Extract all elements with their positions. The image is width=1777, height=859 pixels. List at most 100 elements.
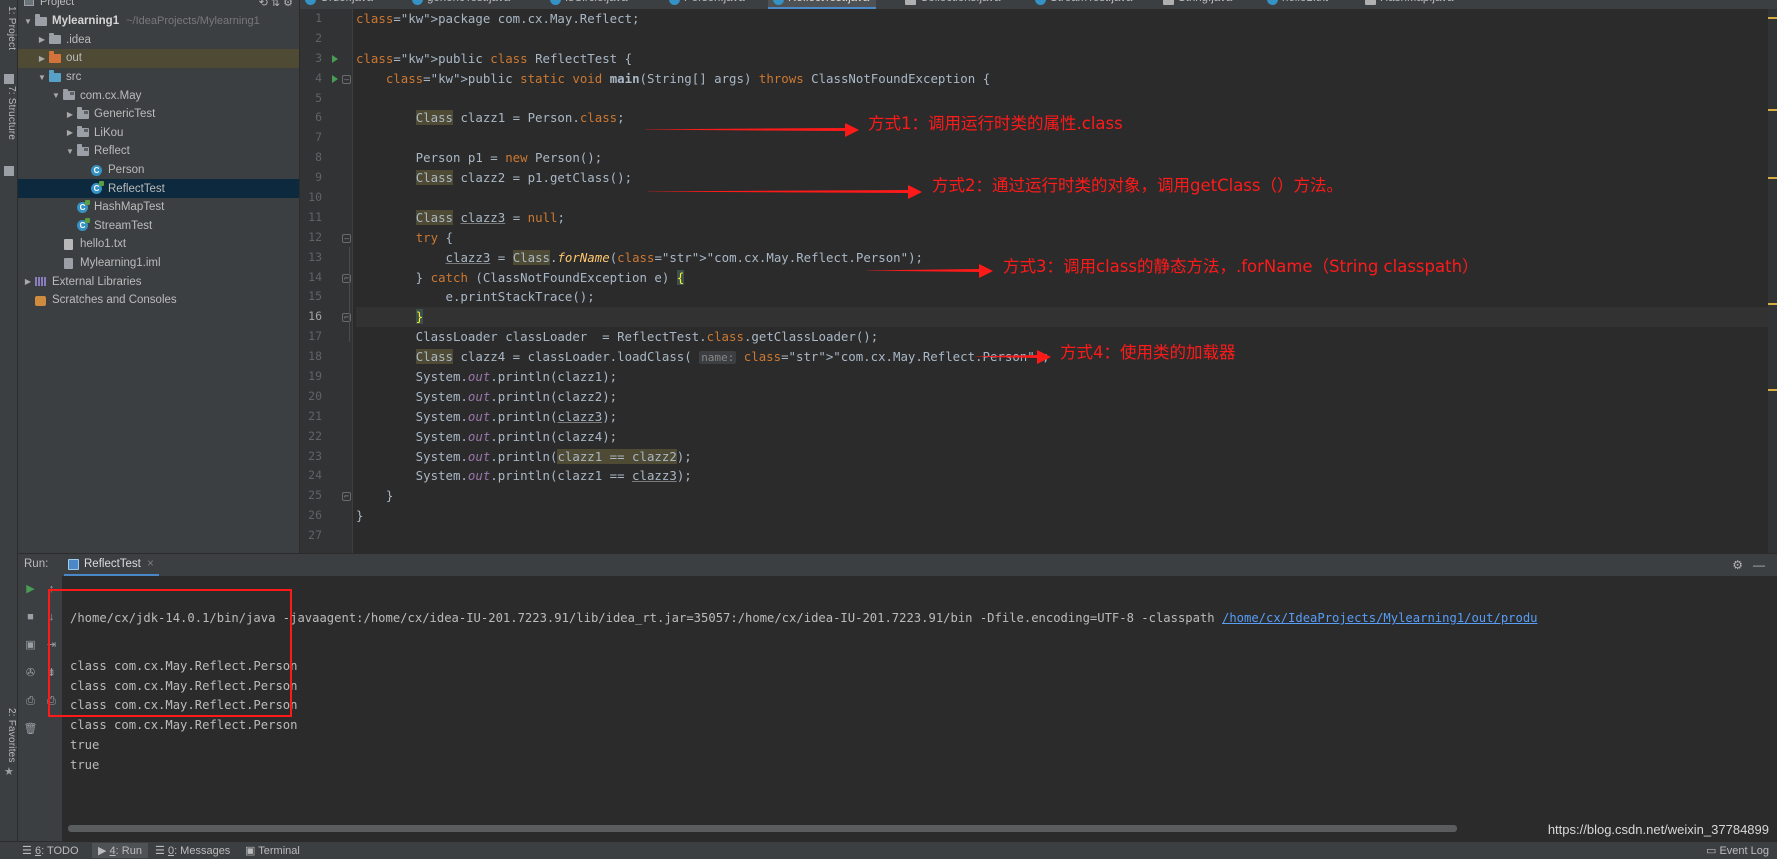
project-panel-actions[interactable]: ⟲ ⇅ ⚙ <box>259 0 293 9</box>
marker[interactable] <box>1768 17 1777 19</box>
expand-arrow-icon[interactable]: ▼ <box>22 17 34 26</box>
marker[interactable] <box>1768 303 1777 305</box>
tree-item-person[interactable]: C Person <box>18 161 299 180</box>
gutter-line-24[interactable]: 24 <box>300 466 352 486</box>
print-button[interactable]: ⎙ <box>23 694 38 709</box>
gutter-line-26[interactable]: 26 <box>300 506 352 526</box>
close-icon[interactable]: × <box>378 0 384 4</box>
run-configuration-tab[interactable]: ReflectTest × <box>64 554 159 576</box>
status-run[interactable]: ▶ 4: Run <box>92 843 148 858</box>
delete-button[interactable]: 🗑 <box>23 722 38 737</box>
gutter-line-14[interactable]: 14 ⌐ <box>300 268 352 288</box>
code-line-3[interactable]: class="kw">public class ReflectTest { <box>356 49 1768 69</box>
fold-collapse-icon[interactable]: – <box>342 233 351 243</box>
scroll-up-button[interactable]: ↑ <box>44 582 59 597</box>
gutter-line-9[interactable]: 9 <box>300 168 352 188</box>
tree-item-hello1-txt[interactable]: hello1.txt <box>18 235 299 254</box>
editor-tab-person-java[interactable]: Person.java × <box>664 0 763 9</box>
tree-item-scratches-and-consoles[interactable]: Scratches and Consoles <box>18 291 299 310</box>
rerun-button[interactable]: ▶ <box>23 582 38 597</box>
code-line-4[interactable]: class="kw">public static void main(Strin… <box>356 69 1768 89</box>
classpath-link[interactable]: /home/cx/IdeaProjects/Mylearning1/out/pr… <box>1222 611 1538 625</box>
code-line-23[interactable]: System.out.println(clazz1 == clazz2); <box>356 447 1768 467</box>
debug-button[interactable]: ✇ <box>23 666 38 681</box>
editor-tab-hello1-txt[interactable]: hello1.txt × <box>1262 0 1346 9</box>
gear-icon[interactable]: ⚙ <box>1732 558 1743 572</box>
minimize-icon[interactable]: — <box>1753 558 1765 572</box>
code-line-25[interactable]: } <box>356 486 1768 506</box>
gutter-line-27[interactable]: 27 <box>300 526 352 546</box>
code-line-19[interactable]: System.out.println(clazz1); <box>356 367 1768 387</box>
code-line-5[interactable] <box>356 89 1768 109</box>
fold-end-icon[interactable]: ⌐ <box>342 492 351 502</box>
editor-tab-collections-java[interactable]: Collections.java × <box>900 0 1018 9</box>
gutter-line-5[interactable]: 5 <box>300 89 352 109</box>
expand-arrow-icon[interactable]: ▶ <box>36 35 48 44</box>
code-line-24[interactable]: System.out.println(clazz1 == clazz3); <box>356 466 1768 486</box>
tree-item-out[interactable]: ▶ out <box>18 49 299 68</box>
gutter-line-4[interactable]: 4– <box>300 69 352 89</box>
tree-item-streamtest[interactable]: C StreamTest <box>18 217 299 236</box>
run-gutter-icon[interactable] <box>332 54 338 63</box>
gutter-line-2[interactable]: 2 <box>300 29 352 49</box>
code-line-12[interactable]: try { <box>356 228 1768 248</box>
code-line-27[interactable] <box>356 526 1768 546</box>
editor-tab-bar[interactable]: Order.java×genericTest.java×IsCircle.jav… <box>300 0 1777 9</box>
editor-tab-streamtest-java[interactable]: StreamTest.java × <box>1030 0 1150 9</box>
rail-item-favorites[interactable]: 2: Favorites <box>0 708 17 763</box>
gutter-line-20[interactable]: 20 <box>300 387 352 407</box>
gutter-line-10[interactable]: 10 <box>300 188 352 208</box>
console-output[interactable]: /home/cx/jdk-14.0.1/bin/java -javaagent:… <box>62 576 1777 841</box>
editor-gutter[interactable]: 1 2 3 4–5 6 7 8 9 10 11 12–13 14 ⌐ 15 16 ⌐ 17 18 19 20 21 22 2… <box>300 9 352 553</box>
code-line-16[interactable]: } <box>356 307 1768 328</box>
print-console-button[interactable]: ⎙ <box>44 694 59 709</box>
close-icon[interactable]: × <box>147 554 154 575</box>
code-line-21[interactable]: System.out.println(clazz3); <box>356 407 1768 427</box>
expand-arrow-icon[interactable]: ▶ <box>64 110 76 119</box>
tree-item-com-cx-may[interactable]: ▼ com.cx.May <box>18 86 299 105</box>
gutter-line-16[interactable]: 16 ⌐ <box>300 307 352 327</box>
close-icon[interactable]: × <box>1237 0 1243 4</box>
tree-item-generictest[interactable]: ▶ GenericTest <box>18 105 299 124</box>
gutter-line-15[interactable]: 15 <box>300 287 352 307</box>
gutter-line-7[interactable]: 7 <box>300 128 352 148</box>
screenshot-button[interactable]: ▣ <box>23 638 38 653</box>
status-messages[interactable]: ☰ 0: Messages <box>155 844 230 857</box>
expand-arrow-icon[interactable]: ▼ <box>64 147 76 156</box>
gutter-line-3[interactable]: 3 <box>300 49 352 69</box>
scroll-to-end-button[interactable]: ⇟ <box>44 666 59 681</box>
editor-tab-reflecttest-java[interactable]: ReflectTest.java <box>768 0 877 9</box>
rail-item-project[interactable]: 1: Project <box>0 6 17 50</box>
expand-arrow-icon[interactable]: ▼ <box>50 91 62 100</box>
editor-code-area[interactable]: class="kw">package com.cx.May.Reflect; c… <box>356 9 1768 553</box>
code-line-1[interactable]: class="kw">package com.cx.May.Reflect; <box>356 9 1768 29</box>
tree-item-external-libraries[interactable]: ▶ External Libraries <box>18 272 299 291</box>
editor-tab-hashmap-java[interactable]: HashMap.java × <box>1360 0 1471 9</box>
gutter-line-11[interactable]: 11 <box>300 208 352 228</box>
editor-tab-string-java[interactable]: String.java × <box>1158 0 1250 9</box>
close-icon[interactable]: × <box>1333 0 1339 4</box>
tree-item-mylearning1[interactable]: ▼ Mylearning1 ~/IdeaProjects/Mylearning1 <box>18 12 299 31</box>
editor-tab-iscircle-java[interactable]: IsCircle.java × <box>545 0 645 9</box>
gutter-line-8[interactable]: 8 <box>300 148 352 168</box>
gutter-line-17[interactable]: 17 <box>300 327 352 347</box>
expand-arrow-icon[interactable]: ▶ <box>36 54 48 63</box>
tree-item-src[interactable]: ▼ src <box>18 68 299 87</box>
code-line-11[interactable]: Class clazz3 = null; <box>356 208 1768 228</box>
tree-item--idea[interactable]: ▶ .idea <box>18 31 299 50</box>
gutter-line-19[interactable]: 19 <box>300 367 352 387</box>
expand-arrow-icon[interactable]: ▶ <box>22 277 34 286</box>
tree-item-reflecttest[interactable]: C ReflectTest <box>18 179 299 198</box>
marker[interactable] <box>1768 109 1777 111</box>
code-line-2[interactable] <box>356 29 1768 49</box>
event-log-button[interactable]: ▭ Event Log <box>1706 844 1769 857</box>
run-toolbar[interactable]: ▶ ■ ▣ ✇ ⎙ 🗑 ↑ ↓ ⇥ ⇟ ⎙ <box>18 576 56 841</box>
editor-tab-order-java[interactable]: Order.java × <box>300 0 391 9</box>
expand-arrow-icon[interactable]: ▶ <box>64 128 76 137</box>
editor-marker-strip[interactable] <box>1768 9 1777 553</box>
status-todo[interactable]: ☰ 6: TODO <box>22 844 79 857</box>
tree-item-mylearning1-iml[interactable]: Mylearning1.iml <box>18 254 299 273</box>
status-terminal[interactable]: ▣ Terminal <box>245 844 300 857</box>
close-icon[interactable]: × <box>1137 0 1143 4</box>
gutter-line-22[interactable]: 22 <box>300 427 352 447</box>
